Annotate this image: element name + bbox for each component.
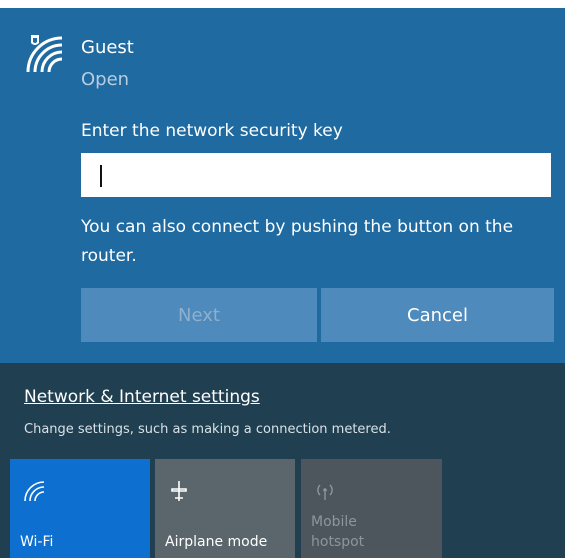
text-caret xyxy=(100,165,102,187)
hotspot-label-line2: hotspot xyxy=(311,534,365,550)
mobile-hotspot-tile[interactable]: Mobile hotspot xyxy=(301,459,442,558)
wps-hint-text: You can also connect by pushing the butt… xyxy=(81,217,514,266)
hotspot-tile-label: Mobile hotspot xyxy=(311,512,364,552)
hotspot-icon xyxy=(317,484,333,500)
network-flyout: Guest Open Enter the network security ke… xyxy=(0,8,565,558)
airplane-icon xyxy=(171,481,187,501)
network-settings-description: Change settings, such as making a connec… xyxy=(24,422,391,437)
airplane-mode-tile[interactable]: Airplane mode xyxy=(155,459,295,558)
security-key-prompt: Enter the network security key xyxy=(81,121,343,141)
security-key-input[interactable] xyxy=(81,153,551,197)
network-settings-link[interactable]: Network & Internet settings xyxy=(24,387,260,407)
airplane-tile-label: Airplane mode xyxy=(165,534,268,550)
network-status: Open xyxy=(81,69,130,90)
network-name: Guest xyxy=(81,37,134,58)
cancel-button[interactable]: Cancel xyxy=(321,288,554,342)
hotspot-label-line1: Mobile xyxy=(311,514,357,530)
next-button[interactable]: Next xyxy=(81,288,317,342)
network-connect-card: Guest Open Enter the network security ke… xyxy=(0,8,565,363)
wifi-tile-label: Wi-Fi xyxy=(20,534,54,550)
wifi-toggle-tile[interactable]: Wi-Fi xyxy=(10,459,150,558)
wifi-icon xyxy=(24,481,45,502)
wifi-lock-icon xyxy=(26,35,63,73)
